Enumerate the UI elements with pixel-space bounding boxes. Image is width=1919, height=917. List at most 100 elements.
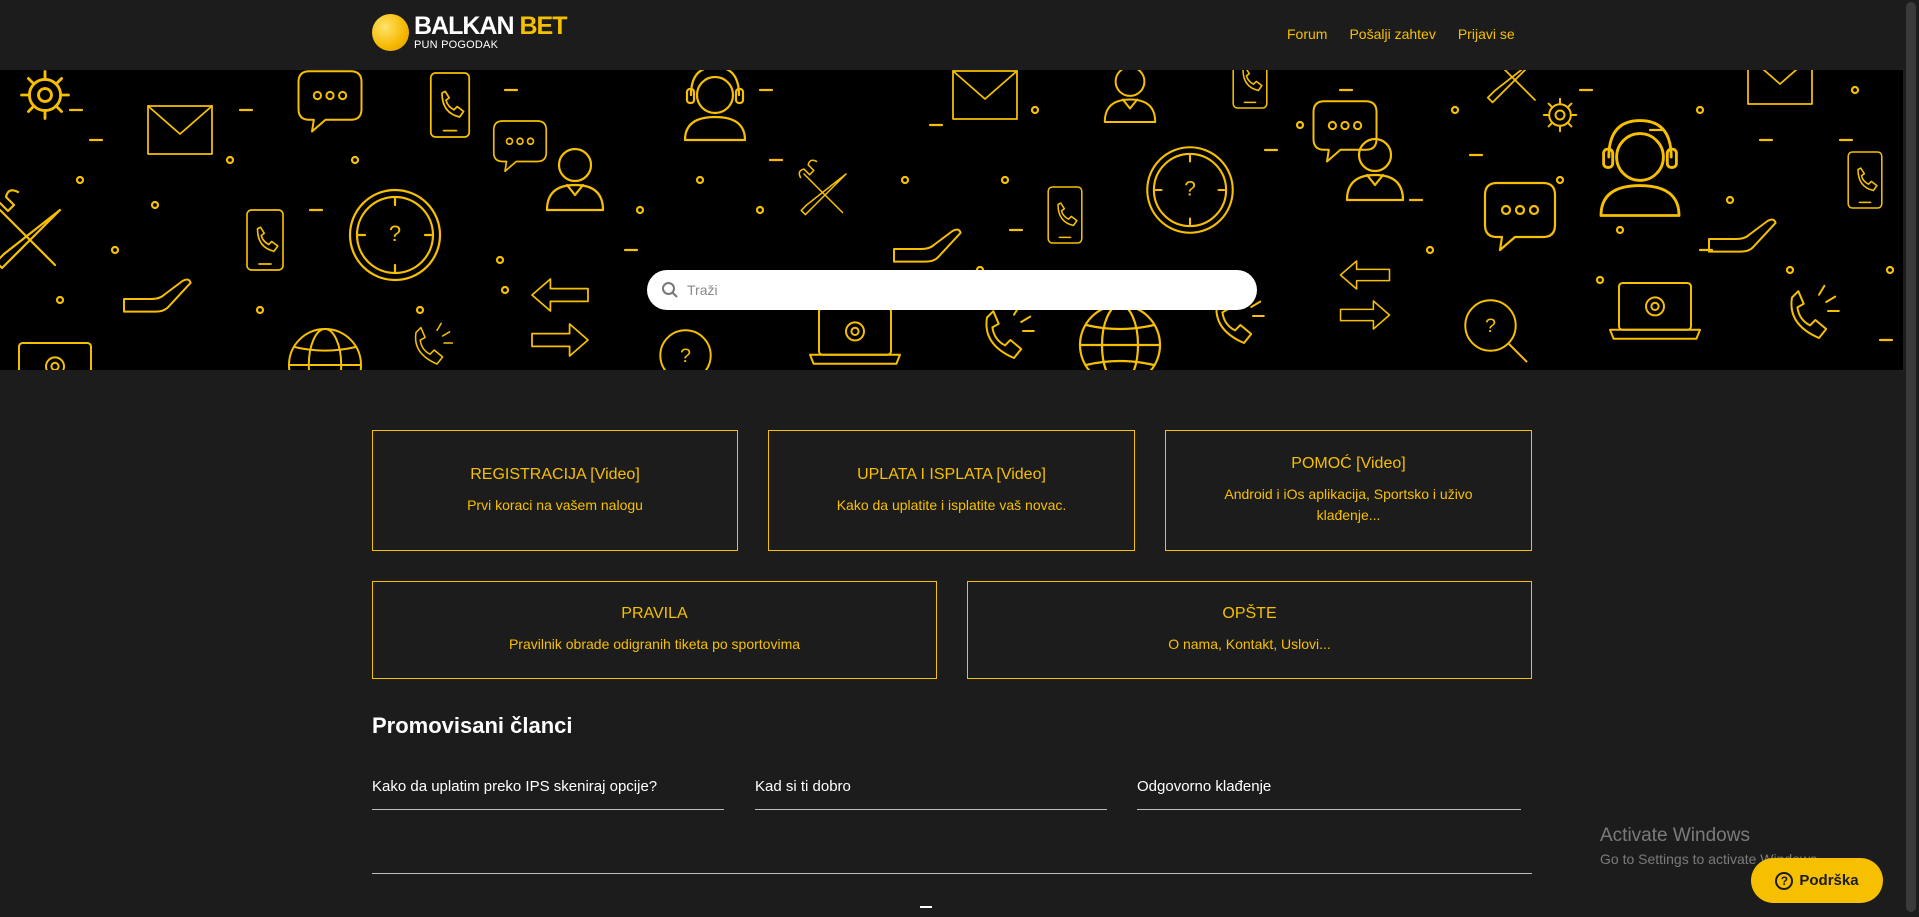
arrowL-icon [531,278,589,312]
pattern-dot [1850,85,1860,95]
nav-submit-request-link[interactable]: Pošalji zahtev [1349,26,1435,42]
arrowR-icon [531,323,589,357]
chat-icon [1483,181,1557,252]
globe-icon [1078,303,1162,370]
phone-icon [246,209,284,271]
pattern-dot [495,255,505,265]
pattern-dot [900,175,910,185]
pattern-dot [55,295,65,305]
person-icon [545,147,605,212]
globe-icon [288,328,362,370]
category-card-help[interactable]: POMOĆ [Video] Android i iOs aplikacija, … [1165,430,1532,551]
handset-icon [985,304,1035,359]
pattern-dot [1695,105,1705,115]
pattern-dot [695,175,705,185]
laptop-icon [809,307,901,365]
arrowR-icon [1339,300,1391,330]
scrollbar-thumb[interactable] [1906,2,1916,912]
help-circle-icon: ? [1775,871,1794,890]
phone-icon [429,72,471,138]
top-nav: Forum Pošalji zahtev Prijavi se [1287,26,1515,42]
section-divider [372,873,1532,874]
magnifier-icon: ? [1464,299,1528,363]
category-description: Kako da uplatite i isplatite vaš novac. [836,496,1067,513]
pattern-dot [1425,245,1435,255]
pattern-dot [1295,120,1305,130]
search-icon [662,282,678,298]
pattern-dot [1000,175,1010,185]
category-description: Android i iOs aplikacija, Sportsko i uži… [1224,486,1473,523]
tools-icon [798,159,847,216]
envelope-icon [952,70,1018,120]
search-input[interactable] [687,282,1227,298]
pattern-dot [1450,105,1460,115]
category-title: PRAVILA [621,605,688,622]
category-card-registration[interactable]: REGISTRACIJA [Video] Prvi koraci na vaše… [372,430,738,551]
pattern-dot [75,175,85,185]
promoted-articles-heading: Promovisani članci [372,713,573,738]
nav-forum-link[interactable]: Forum [1287,26,1327,42]
svg-text:?: ? [1184,178,1196,201]
pattern-dot [755,205,765,215]
site-logo[interactable]: BALKAN BET PUN POGODAK [372,12,568,51]
category-card-payments[interactable]: UPLATA I ISPLATA [Video] Kako da uplatit… [768,430,1135,551]
chat-icon [492,120,548,173]
arrowL-icon [1339,260,1391,290]
category-title: UPLATA I ISPLATA [Video] [857,465,1046,483]
hand-icon [1708,218,1777,253]
promoted-article-link[interactable]: Odgovorno klađenje [1137,778,1521,810]
clock-icon: ? [1146,146,1234,234]
pattern-dot [1615,225,1625,235]
category-title: OPŠTE [1222,605,1277,622]
nav-sign-in-link[interactable]: Prijavi se [1458,26,1515,42]
promoted-article-link[interactable]: Kako da uplatim preko IPS skeniraj opcij… [372,778,724,810]
handset-icon [414,322,454,365]
person-icon [1345,137,1405,202]
pattern-dot [350,155,360,165]
phone-icon [1047,186,1083,244]
chat-icon [297,70,363,133]
phone-icon [1847,151,1883,209]
pattern-dot [415,305,425,315]
pattern-dot [110,245,120,255]
category-title: POMOĆ [Video] [1291,455,1406,472]
search-bar[interactable] [647,270,1257,310]
pattern-dot [1555,175,1565,185]
gear-icon [20,70,70,120]
pattern-dot [225,155,235,165]
pattern-dot [1885,265,1895,275]
category-card-rules[interactable]: PRAVILA Pravilnik obrade odigranih tiket… [372,581,937,679]
logo-tagline: PUN POGODAK [414,39,499,51]
hero-banner: ???? [0,70,1903,370]
pattern-dot [500,285,510,295]
clock-icon: ? [348,188,442,282]
site-header: BALKAN BET PUN POGODAK Forum Pošalji zah… [0,0,1903,70]
pattern-dot [1725,195,1735,205]
laptop-icon [1609,282,1701,340]
magnifier-icon: ? [659,329,712,370]
headset-icon [683,70,747,142]
category-card-general[interactable]: OPŠTE O nama, Kontakt, Uslovi... [967,581,1532,679]
envelope-icon [1747,70,1813,105]
pattern-dot [1595,275,1605,285]
pattern-dot [1030,105,1040,115]
tools-icon [1486,70,1536,104]
category-description: O nama, Kontakt, Uslovi... [1168,636,1331,652]
handset-icon [1790,284,1840,339]
category-description: Pravilnik obrade odigranih tiketa po spo… [508,636,801,652]
tools-icon [0,189,62,270]
support-button[interactable]: ? Podrška [1751,858,1883,903]
support-button-label: Podrška [1799,872,1859,889]
logo-ball-icon [372,14,409,51]
logo-wordmark: BALKAN BET [414,12,568,40]
promoted-article-link[interactable]: Kad si ti dobro [755,778,1107,810]
pattern-dot [635,205,645,215]
pattern-dot [255,305,265,315]
phone-icon [1232,70,1268,109]
pattern-dot [150,200,160,210]
svg-text:?: ? [1485,315,1496,337]
next-section-peek [920,906,932,908]
headset-icon [1599,119,1681,217]
gear-icon [1542,97,1578,133]
svg-text:?: ? [389,221,401,246]
